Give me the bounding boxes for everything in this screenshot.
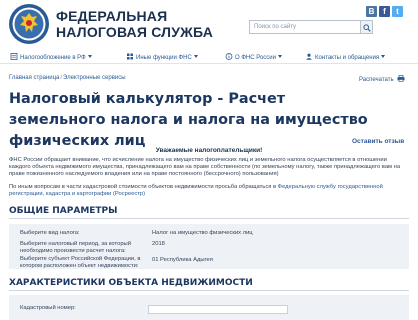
nav-item-label: О ФНС России — [235, 55, 277, 61]
breadcrumb-home[interactable]: Главная страница — [9, 75, 59, 81]
tax-type-label: Выберите вид налога: — [20, 230, 80, 236]
nav-item-taxation[interactable]: Налогообложение в РФ — [10, 53, 92, 63]
search-input[interactable]: Поиск по сайту — [249, 20, 361, 34]
nav-item-contacts[interactable]: Контакты и обращения — [305, 53, 386, 63]
period-select[interactable]: 2018 — [152, 241, 165, 248]
nav-item-about[interactable]: О ФНС России — [225, 53, 283, 63]
chevron-down-icon — [87, 55, 92, 58]
main-nav: Налогообложение в РФ Иные функции ФНС О … — [0, 52, 418, 64]
printer-icon — [397, 74, 405, 83]
breadcrumb-current[interactable]: Электронные сервисы — [63, 75, 126, 81]
notice-paragraph: ФНС России обращает внимание, что исчисл… — [9, 157, 401, 177]
feedback-link[interactable]: Оставить отзыв — [352, 138, 404, 145]
section-divider — [9, 290, 409, 291]
notice-rosreestr-text: По иным вопросам в части кадастровой сто… — [9, 184, 278, 190]
info-icon — [225, 53, 233, 60]
region-select[interactable]: 01 Республика Адыгея — [152, 257, 213, 264]
grid-icon — [127, 53, 133, 60]
nav-item-label: Налогообложение в РФ — [20, 55, 86, 61]
property-heading: ХАРАКТЕРИСТИКИ ОБЪЕКТА НЕДВИЖИМОСТИ — [9, 278, 253, 288]
fns-emblem-icon[interactable] — [8, 2, 50, 46]
page-title: Налоговый калькулятор - Расчет земельног… — [9, 91, 368, 149]
general-params-heading: ОБЩИЕ ПАРАМЕТРЫ — [9, 206, 118, 216]
search-icon — [363, 24, 371, 32]
notice-rosreestr: По иным вопросам в части кадастровой сто… — [9, 184, 409, 198]
twitter-icon[interactable]: t — [392, 6, 403, 17]
site-brand[interactable]: ФЕДЕРАЛЬНАЯ НАЛОГОВАЯ СЛУЖБА — [56, 8, 213, 40]
breadcrumb: Главная страница/Электронные сервисы — [9, 75, 126, 81]
breadcrumb-separator: / — [60, 75, 63, 81]
period-label: Выберите налоговый период, за который не… — [20, 241, 131, 254]
search-button[interactable] — [361, 20, 373, 34]
nav-item-functions[interactable]: Иные функции ФНС — [126, 53, 198, 63]
chevron-down-icon — [278, 55, 283, 58]
nav-item-label: Иные функции ФНС — [136, 55, 192, 61]
nav-item-label: Контакты и обращения — [315, 55, 380, 61]
notice-heading: Уважаемые налогоплательщики! — [155, 147, 263, 154]
cadastral-number-label: Кадастровый номер: — [20, 305, 76, 311]
tax-type-select[interactable]: Налог на имущество физических лиц — [152, 230, 253, 237]
contacts-icon — [306, 53, 312, 60]
chevron-down-icon — [381, 55, 386, 58]
document-icon — [10, 53, 18, 60]
brand-line-2: НАЛОГОВАЯ СЛУЖБА — [56, 24, 214, 40]
general-params-form: Выберите вид налога: Налог на имущество … — [9, 224, 409, 269]
brand-line-1: ФЕДЕРАЛЬНАЯ — [56, 8, 168, 24]
facebook-icon[interactable]: f — [379, 6, 390, 17]
site-header: ФЕДЕРАЛЬНАЯ НАЛОГОВАЯ СЛУЖБА В f t Поиск… — [0, 0, 418, 50]
section-divider — [9, 218, 409, 219]
cadastral-number-input[interactable] — [148, 305, 288, 314]
chevron-down-icon — [193, 55, 198, 58]
print-button[interactable]: Распечатать — [359, 74, 405, 83]
vk-icon[interactable]: В — [366, 6, 377, 17]
print-label: Распечатать — [359, 77, 394, 83]
property-form: Кадастровый номер: — [9, 295, 409, 320]
region-label: Выберите субъект Российской Федерации, в… — [20, 256, 141, 269]
